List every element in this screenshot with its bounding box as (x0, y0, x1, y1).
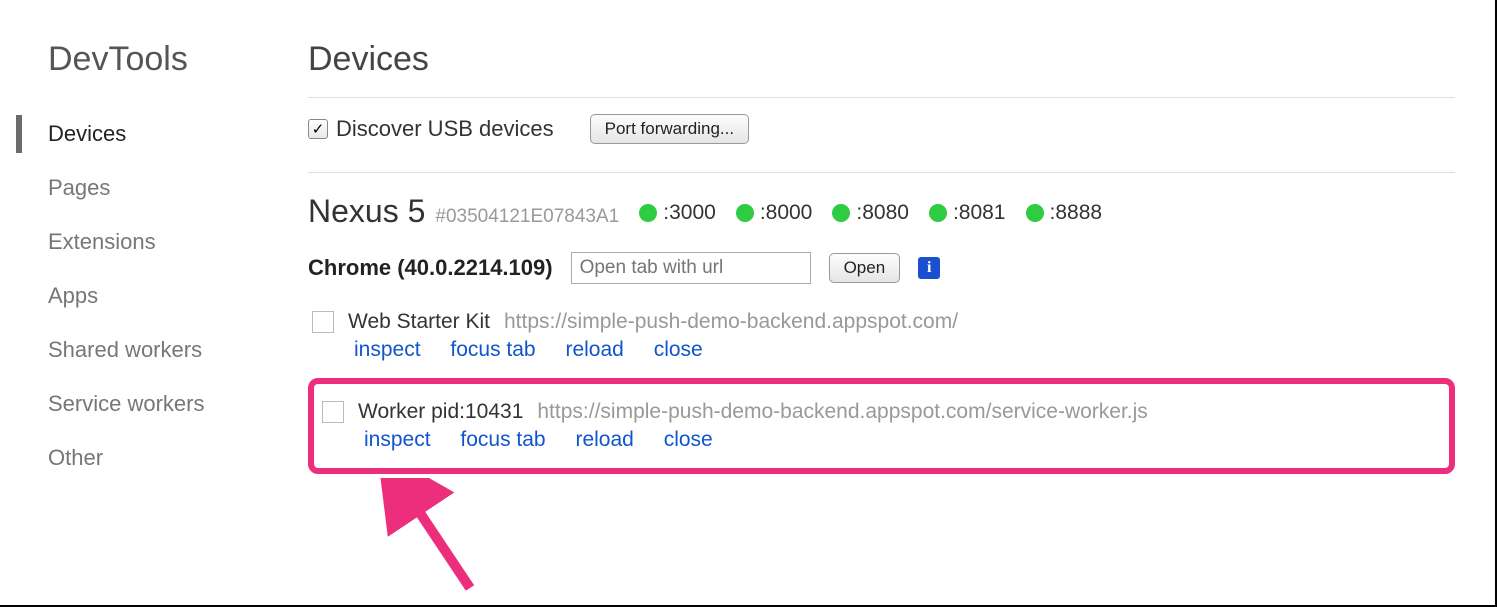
app-title: DevTools (0, 40, 280, 79)
close-link[interactable]: close (664, 428, 713, 451)
sidebar: DevTools Devices Pages Extensions Apps S… (0, 0, 280, 605)
favicon-placeholder (322, 401, 344, 423)
sidebar-item-pages[interactable]: Pages (0, 161, 280, 215)
focus-tab-link[interactable]: focus tab (450, 338, 535, 361)
port-8000: :8000 (736, 201, 813, 225)
sidebar-item-other[interactable]: Other (0, 431, 280, 485)
discover-usb-label: Discover USB devices (336, 116, 554, 142)
tab-row: Worker pid:10431 https://simple-push-dem… (318, 392, 1445, 460)
open-button[interactable]: Open (829, 253, 901, 283)
reload-link[interactable]: reload (565, 338, 623, 361)
port-3000: :3000 (639, 201, 716, 225)
status-dot-icon (1026, 204, 1044, 222)
port-forwarding-button[interactable]: Port forwarding... (590, 114, 749, 144)
sidebar-item-apps[interactable]: Apps (0, 269, 280, 323)
main-panel: Devices ✓ Discover USB devices Port forw… (280, 0, 1495, 605)
focus-tab-link[interactable]: focus tab (460, 428, 545, 451)
status-dot-icon (639, 204, 657, 222)
sidebar-item-extensions[interactable]: Extensions (0, 215, 280, 269)
port-8080: :8080 (832, 201, 909, 225)
tab-row: Web Starter Kit https://simple-push-demo… (308, 302, 1455, 370)
discover-usb-checkbox[interactable]: ✓ (308, 119, 328, 139)
tab-url: https://simple-push-demo-backend.appspot… (504, 310, 958, 334)
inspect-link[interactable]: inspect (354, 338, 421, 361)
device-id: #03504121E07843A1 (435, 206, 619, 228)
status-dot-icon (929, 204, 947, 222)
reload-link[interactable]: reload (575, 428, 633, 451)
inspect-link[interactable]: inspect (364, 428, 431, 451)
close-link[interactable]: close (654, 338, 703, 361)
favicon-placeholder (312, 311, 334, 333)
port-8888: :8888 (1026, 201, 1103, 225)
open-tab-url-input[interactable] (571, 252, 811, 284)
sidebar-item-devices[interactable]: Devices (0, 107, 280, 161)
status-dot-icon (832, 204, 850, 222)
page-title: Devices (308, 40, 1455, 98)
tab-title: Web Starter Kit (348, 310, 490, 334)
sidebar-item-service-workers[interactable]: Service workers (0, 377, 280, 431)
browser-label: Chrome (40.0.2214.109) (308, 255, 553, 281)
highlighted-row: Worker pid:10431 https://simple-push-dem… (308, 378, 1455, 474)
port-8081: :8081 (929, 201, 1006, 225)
tab-url: https://simple-push-demo-backend.appspot… (537, 400, 1147, 424)
info-icon[interactable]: i (918, 257, 940, 279)
sidebar-item-shared-workers[interactable]: Shared workers (0, 323, 280, 377)
status-dot-icon (736, 204, 754, 222)
device-header: Nexus 5 #03504121E07843A1 :3000 :8000 :8… (308, 193, 1455, 230)
device-name: Nexus 5 (308, 193, 425, 230)
tab-title: Worker pid:10431 (358, 400, 523, 424)
